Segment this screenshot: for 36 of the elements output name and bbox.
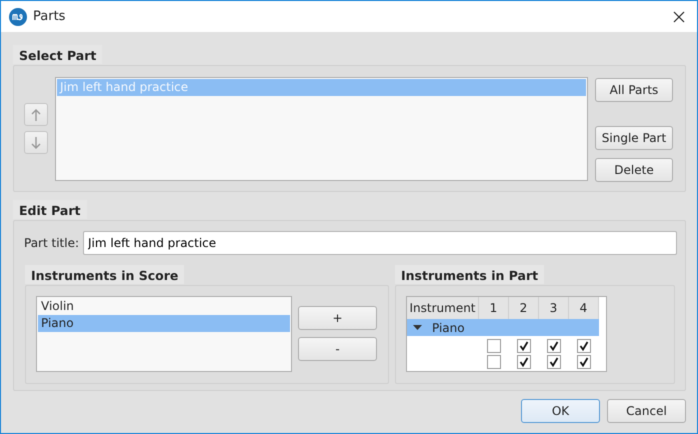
checkbox[interactable] xyxy=(517,355,531,369)
field-label: Part title: xyxy=(24,235,80,252)
group-title: Instruments in Score xyxy=(25,265,184,284)
group-title: Select Part xyxy=(13,45,102,64)
checkbox[interactable] xyxy=(577,355,591,369)
window-title: Parts xyxy=(33,8,66,26)
expand-arrow-icon[interactable] xyxy=(413,324,422,330)
checkbox[interactable] xyxy=(547,355,561,369)
up-arrow-icon xyxy=(29,106,43,122)
close-icon[interactable] xyxy=(673,10,685,22)
down-arrow-icon xyxy=(29,134,43,150)
group-title: Instruments in Part xyxy=(395,265,544,284)
column-header: Instrument xyxy=(407,297,479,319)
checkbox[interactable] xyxy=(487,339,501,353)
checkbox[interactable] xyxy=(577,339,591,353)
tree-row[interactable]: Piano xyxy=(407,319,599,336)
column-header: 3 xyxy=(539,297,569,319)
checkbox[interactable] xyxy=(517,339,531,353)
dialog-button[interactable]: OK xyxy=(521,399,600,423)
app-logo-icon xyxy=(9,8,27,26)
column-header: 4 xyxy=(569,297,599,319)
dialog-button[interactable]: Cancel xyxy=(607,399,686,423)
checkbox[interactable] xyxy=(487,355,501,369)
part-button[interactable]: Delete xyxy=(595,158,673,182)
checkbox[interactable] xyxy=(547,339,561,353)
column-header: 1 xyxy=(479,297,509,319)
add-button[interactable]: + xyxy=(298,306,377,330)
part-button[interactable]: Single Part xyxy=(595,126,673,150)
group-title: Edit Part xyxy=(13,200,86,219)
remove-button[interactable]: - xyxy=(298,337,377,361)
list-item[interactable]: Violin xyxy=(38,298,290,315)
column-header: 2 xyxy=(509,297,539,319)
part-button[interactable]: All Parts xyxy=(595,78,673,102)
move-down-button[interactable] xyxy=(24,131,48,154)
list-item[interactable]: Piano xyxy=(38,315,290,332)
row-label: Piano xyxy=(432,320,465,336)
